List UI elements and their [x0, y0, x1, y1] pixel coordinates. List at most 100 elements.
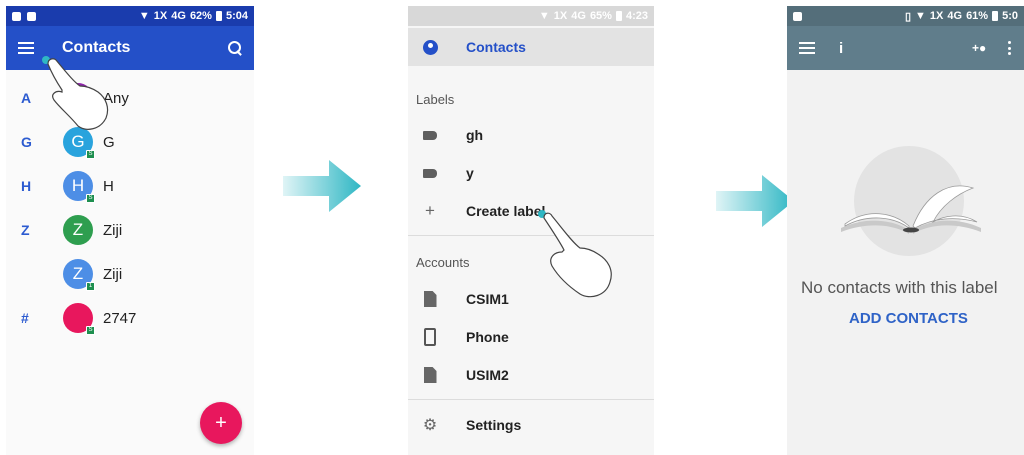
image-icon	[27, 11, 36, 21]
wifi-icon: ▼	[915, 10, 926, 22]
add-person-icon[interactable]: +●	[972, 42, 990, 54]
clock: 4:23	[625, 10, 648, 22]
arrow-right-icon	[716, 175, 794, 227]
empty-state-message: No contacts with this label	[801, 278, 998, 297]
image-icon	[793, 11, 802, 21]
status-bar: ▯ ▼ 1X 4G 61% 5:0	[787, 6, 1024, 26]
label-icon	[423, 130, 437, 140]
battery-percent: 61%	[966, 10, 989, 22]
drawer-item-account-csim1[interactable]: CSIM1	[408, 280, 654, 318]
drawer-item-account-usim2[interactable]: USIM2	[408, 356, 654, 394]
section-letter: A	[21, 90, 32, 106]
open-book-icon	[841, 185, 981, 234]
drawer-item-label: Create label	[466, 203, 546, 219]
section-letter: Z	[21, 222, 30, 238]
battery-percent: 62%	[189, 10, 212, 22]
app-bar: Contacts	[6, 26, 254, 70]
section-letter: #	[21, 310, 29, 326]
clock: 5:04	[225, 10, 248, 22]
label-icon	[423, 168, 437, 178]
more-vert-icon[interactable]	[1008, 41, 1012, 55]
avatar: Z	[63, 215, 93, 245]
avatar: GS	[63, 127, 95, 159]
contact-row[interactable]: # S 2747	[6, 296, 254, 340]
clock: 5:0	[1002, 10, 1018, 22]
drawer-item-label: gh	[466, 127, 484, 143]
divider	[408, 235, 654, 236]
drawer-item-label: y	[466, 165, 474, 181]
signal-1x: 1X	[553, 10, 568, 22]
sim-badge-icon: S	[86, 326, 95, 335]
accounts-section-title: Accounts	[416, 255, 470, 270]
avatar-initial: G	[71, 132, 85, 151]
drawer-item-label: Settings	[466, 417, 522, 433]
avatar-initial: Z	[72, 220, 84, 239]
drawer-item-create-label[interactable]: + Create label	[408, 192, 654, 230]
avatar-initial: H	[71, 176, 85, 195]
contact-name: 2747	[103, 309, 137, 327]
section-letter: H	[21, 178, 32, 194]
menu-icon[interactable]	[18, 42, 34, 54]
avatar: S	[63, 303, 95, 335]
search-icon[interactable]	[228, 41, 242, 55]
section-letter: G	[21, 134, 32, 150]
drawer-item-label: USIM2	[466, 367, 509, 383]
battery-percent: 65%	[589, 10, 612, 22]
sim-badge-icon: S	[86, 150, 95, 159]
labels-section-title: Labels	[416, 92, 455, 107]
drawer-item-settings[interactable]: ⚙ Settings	[408, 406, 654, 444]
wifi-icon: ▼	[138, 10, 150, 22]
add-contact-button[interactable]: +	[200, 402, 242, 444]
battery-icon	[992, 11, 999, 21]
drawer-item-label-gh[interactable]: gh	[408, 116, 654, 154]
label-screen: ▯ ▼ 1X 4G 61% 5:0 i +● No contacts with …	[787, 6, 1024, 455]
add-contacts-button[interactable]: ADD CONTACTS	[849, 310, 968, 327]
avatar: HS	[63, 171, 95, 203]
contacts-screen: ▼ 1X 4G 62% 5:04 Contacts A Any G G S G H H S H Z Z…	[6, 6, 254, 455]
contact-name: Ziji	[103, 221, 123, 239]
avatar	[63, 83, 93, 113]
drawer-item-label: CSIM1	[466, 291, 509, 307]
divider	[408, 399, 654, 400]
account-circle-icon	[422, 39, 438, 55]
drawer-item-account-phone[interactable]: Phone	[408, 318, 654, 356]
signal-1x: 1X	[929, 10, 944, 22]
contact-name: G	[103, 133, 115, 151]
contact-row[interactable]: Z Z Ziji	[6, 208, 254, 252]
drawer-item-label-y[interactable]: y	[408, 154, 654, 192]
network-type: 4G	[571, 10, 586, 22]
signal-1x: 1X	[153, 10, 168, 22]
contact-name: H	[103, 177, 114, 195]
menu-icon[interactable]	[799, 42, 815, 54]
phone-icon	[424, 328, 436, 346]
network-type: 4G	[947, 10, 963, 22]
contact-row[interactable]: Z 1 Ziji	[6, 252, 254, 296]
page-title: Contacts	[62, 39, 131, 56]
drawer-item-label: Phone	[466, 329, 509, 345]
app-bar: i +●	[787, 26, 1024, 70]
arrow-right-icon	[283, 160, 361, 212]
page-title: i	[839, 39, 844, 57]
contact-row[interactable]: GGSG	[6, 120, 254, 164]
drawer-item-label: Contacts	[466, 39, 526, 55]
avatar: Z1	[63, 259, 95, 291]
battery-icon	[615, 11, 622, 21]
wifi-icon: ▼	[538, 10, 550, 22]
sim-card-icon	[423, 291, 437, 307]
notification-icon	[12, 11, 21, 21]
vibrate-icon: ▯	[904, 10, 912, 23]
navigation-drawer: ▼ 1X 4G 65% 4:23 Contacts Labels gh y + …	[408, 6, 654, 455]
contact-name: Ziji	[103, 265, 123, 283]
status-bar: ▼ 1X 4G 65% 4:23	[408, 6, 654, 26]
battery-icon	[215, 11, 222, 21]
sim-card-icon	[423, 367, 437, 383]
network-type: 4G	[171, 10, 186, 22]
drawer-item-contacts[interactable]: Contacts	[408, 28, 654, 66]
contact-row[interactable]: A Any	[6, 76, 254, 120]
gear-icon: ⚙	[422, 417, 438, 434]
contact-row[interactable]: HHSH	[6, 164, 254, 208]
sim-badge-icon: S	[86, 194, 95, 203]
avatar-initial: Z	[72, 264, 84, 283]
contact-name: Any	[103, 89, 129, 107]
sim-badge-icon: 1	[86, 282, 95, 291]
